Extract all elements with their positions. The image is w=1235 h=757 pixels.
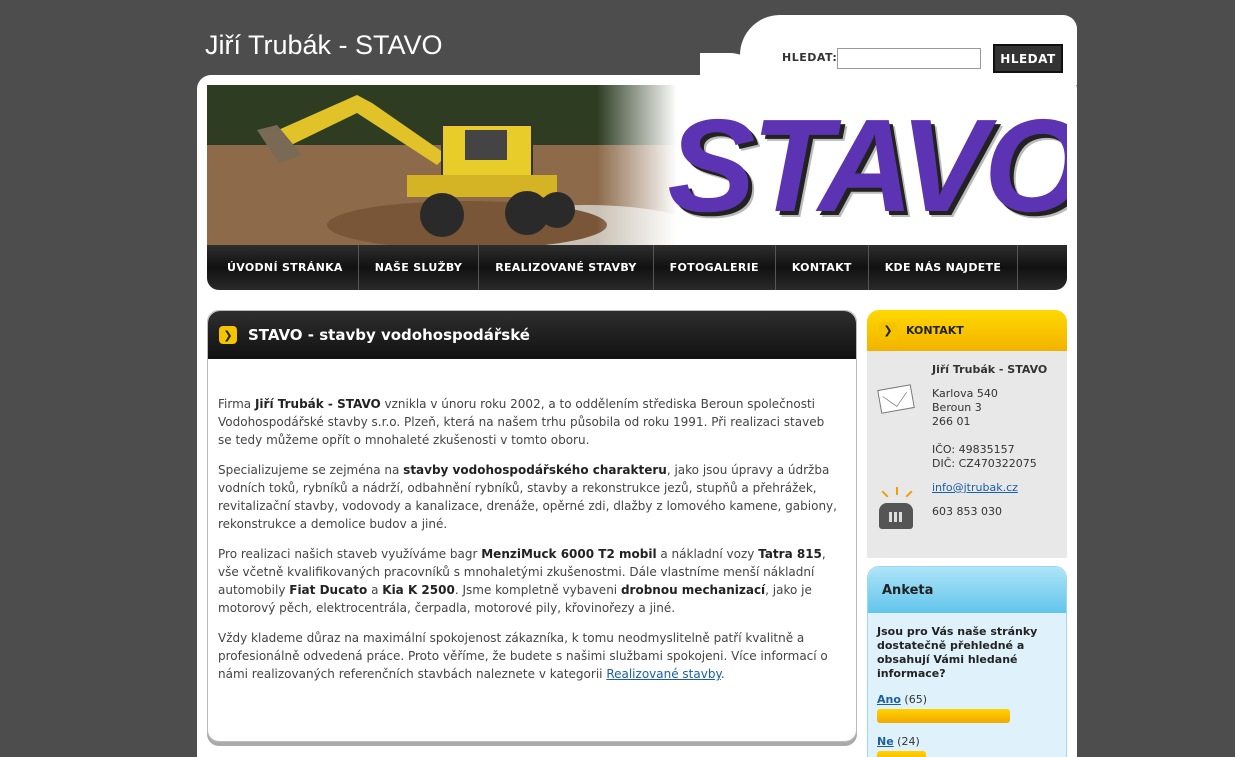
bold-text: Jiří Trubák - STAVO [254, 397, 381, 411]
bold-text: drobnou mechanizací [620, 583, 766, 597]
search-input[interactable] [837, 48, 981, 69]
bold-text: MenziMuck 6000 T2 mobil [481, 547, 657, 561]
content-body: Firma Jiří Trubák - STAVO vznikla v únor… [208, 359, 856, 683]
phone-ring-mark [905, 490, 913, 498]
nav-item-uvodni-stranka[interactable]: ÚVODNÍ STRÁNKA [207, 245, 359, 290]
poll-box: Anketa Jsou pro Vás naše stránky dostate… [867, 566, 1067, 757]
phone-ring-mark [896, 487, 898, 495]
page-title: STAVO - stavby vodohospodářské [248, 326, 530, 344]
poll-result-bar [877, 751, 926, 757]
search-button[interactable]: HLEDAT [993, 44, 1063, 73]
photo-fade [597, 85, 677, 245]
address-zip: 266 01 [932, 415, 971, 428]
contact-header: ❯ KONTAKT [867, 310, 1067, 351]
bold-text: stavby vodohospodářského charakteru [403, 463, 667, 477]
text: a nákladní vozy [656, 547, 759, 561]
banner: STAVO [207, 85, 1067, 245]
nav-item-realizovane-stavby[interactable]: REALIZOVANÉ STAVBY [479, 245, 654, 290]
text: . [720, 667, 725, 681]
arrow-right-icon: ❯ [219, 326, 237, 344]
search-label: HLEDAT: [782, 51, 838, 64]
poll-header: Anketa [868, 567, 1066, 613]
stavo-logo: STAVO [667, 91, 1067, 239]
nav-item-nase-sluzby[interactable]: NAŠE SLUŽBY [359, 245, 480, 290]
contact-company-ids: IČO: 49835157 DIČ: CZ470322075 [932, 443, 1037, 471]
poll-title: Anketa [882, 582, 934, 598]
site-title[interactable]: Jiří Trubák - STAVO [205, 30, 443, 61]
main-content: ❯ STAVO - stavby vodohospodářské Firma J… [207, 310, 857, 742]
bold-text: Tatra 815 [758, 547, 822, 561]
text: Firma [218, 397, 255, 411]
nav-item-fotogalerie[interactable]: FOTOGALERIE [654, 245, 776, 290]
contact-email-link[interactable]: info@jtrubak.cz [932, 481, 1018, 495]
bold-text: Fiat Ducato [289, 583, 368, 597]
excavator-photo [207, 85, 707, 245]
text: Specializujeme se zejména na [218, 463, 404, 477]
nav-item-kontakt[interactable]: KONTAKT [776, 245, 869, 290]
address-street: Karlova 540 [932, 387, 998, 400]
text: Vždy klademe důraz na maximální spokojen… [218, 631, 828, 681]
poll-question: Jsou pro Vás naše stránky dostatečně pře… [877, 625, 1038, 680]
company-dic: DIČ: CZ470322075 [932, 457, 1037, 470]
company-ico: IČO: 49835157 [932, 443, 1015, 456]
text: . Jsme kompletně vybaveni [454, 583, 621, 597]
nav-item-kde-nas-najdete[interactable]: KDE NÁS NAJDETE [869, 245, 1019, 290]
link-realizovane-stavby[interactable]: Realizované stavby [606, 667, 721, 681]
poll-option-count: (65) [904, 693, 927, 706]
envelope-icon [877, 384, 915, 414]
poll-option-link[interactable]: Ne [877, 735, 894, 748]
contact-name: Jiří Trubák - STAVO [932, 363, 1048, 376]
text: a [367, 583, 383, 597]
poll-option-count: (24) [897, 735, 920, 748]
paragraph-quality: Vždy klademe důraz na maximální spokojen… [218, 629, 838, 683]
bold-text: Kia K 2500 [382, 583, 455, 597]
paragraph-equipment: Pro realizaci našich staveb využíváme ba… [218, 545, 838, 617]
contact-address: Karlova 540 Beroun 3 266 01 [932, 387, 998, 429]
arrow-right-icon: ❯ [879, 321, 897, 340]
content-header: ❯ STAVO - stavby vodohospodářské [208, 311, 856, 359]
poll-result-bar [877, 709, 1010, 723]
address-city: Beroun 3 [932, 401, 982, 414]
contact-title: KONTAKT [906, 324, 964, 337]
telephone-icon [879, 503, 913, 529]
main-navigation: ÚVODNÍ STRÁNKA NAŠE SLUŽBY REALIZOVANÉ S… [207, 245, 1067, 290]
contact-phone: 603 853 030 [932, 505, 1002, 518]
poll-option-ne: Ne (24) [868, 723, 1066, 757]
paragraph-specialization: Specializujeme se zejména na stavby vodo… [218, 461, 838, 533]
paragraph-intro: Firma Jiří Trubák - STAVO vznikla v únor… [218, 395, 838, 449]
text: Pro realizaci našich staveb využíváme ba… [218, 547, 482, 561]
phone-ring-mark [881, 490, 889, 498]
poll-option-ano: Ano (65) [868, 681, 1066, 723]
contact-box: ❯ KONTAKT Jiří Trubák - STAVO Karlova 54… [867, 310, 1067, 558]
poll-option-link[interactable]: Ano [877, 693, 901, 706]
